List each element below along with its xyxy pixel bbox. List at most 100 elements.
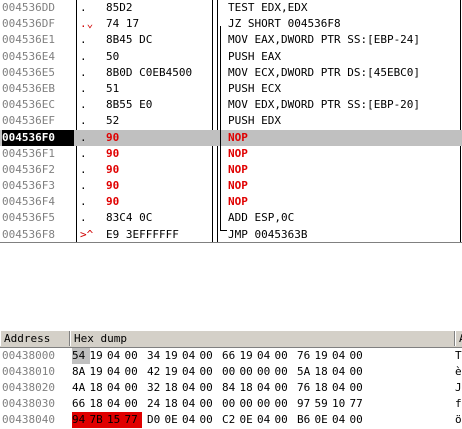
dump-byte[interactable]: 18 bbox=[315, 364, 333, 380]
disasm-row[interactable]: 004536F3. 90 NOP bbox=[0, 178, 462, 194]
dump-byte[interactable]: 00 bbox=[200, 380, 218, 396]
dump-byte[interactable]: 66 bbox=[72, 396, 90, 412]
disasm-row[interactable]: 004536F2. 90 NOP bbox=[0, 162, 462, 178]
ascii-column-header[interactable]: A bbox=[455, 331, 462, 346]
dump-byte[interactable]: 00 bbox=[257, 396, 275, 412]
dump-byte[interactable]: 00 bbox=[125, 348, 143, 364]
dump-byte[interactable]: 8A bbox=[72, 364, 90, 380]
disasm-row[interactable]: 004536F8 >^ E9 3EFFFFFF JMP 0045363B bbox=[0, 227, 462, 242]
dump-byte[interactable]: 00 bbox=[350, 364, 368, 380]
dump-byte[interactable]: 00 bbox=[125, 364, 143, 380]
dump-byte[interactable]: 04 bbox=[107, 380, 125, 396]
dump-byte[interactable]: 66 bbox=[222, 348, 240, 364]
dump-byte[interactable]: 54 bbox=[72, 348, 90, 364]
dump-byte[interactable]: 19 bbox=[165, 348, 183, 364]
dump-byte[interactable]: 0E bbox=[240, 412, 258, 428]
dump-byte[interactable]: 18 bbox=[315, 380, 333, 396]
disasm-row[interactable]: 004536EB. 51 PUSH ECX bbox=[0, 81, 462, 97]
disasm-row[interactable]: 004536F5. 83C4 0C ADD ESP,0C bbox=[0, 210, 462, 226]
dump-byte[interactable]: 04 bbox=[332, 364, 350, 380]
dump-byte[interactable]: 24 bbox=[147, 396, 165, 412]
dump-byte[interactable]: 00 bbox=[200, 348, 218, 364]
dump-byte[interactable]: 94 bbox=[72, 412, 90, 428]
dump-row[interactable]: 00438030 66 18 04 00 24 18 04 00 00 00 00 00 97 59 10 77… bbox=[0, 396, 462, 412]
dump-byte[interactable]: 00 bbox=[275, 412, 293, 428]
dump-byte[interactable]: 04 bbox=[257, 412, 275, 428]
dump-byte[interactable]: 19 bbox=[90, 348, 108, 364]
dump-byte[interactable]: 0E bbox=[165, 412, 183, 428]
dump-byte[interactable]: B6 bbox=[297, 412, 315, 428]
dump-byte[interactable]: 00 bbox=[240, 396, 258, 412]
dump-byte[interactable]: 04 bbox=[182, 348, 200, 364]
dump-byte[interactable]: 00 bbox=[350, 348, 368, 364]
dump-byte[interactable]: D0 bbox=[147, 412, 165, 428]
dump-row[interactable]: 00438020 4A 18 04 00 32 18 04 00 84 18 04 00 76 18 04 00… bbox=[0, 380, 462, 396]
dump-byte[interactable]: C2 bbox=[222, 412, 240, 428]
dump-byte[interactable]: 84 bbox=[222, 380, 240, 396]
dump-byte[interactable]: 00 bbox=[275, 396, 293, 412]
dump-byte[interactable]: 19 bbox=[240, 348, 258, 364]
dump-byte[interactable]: 00 bbox=[125, 396, 143, 412]
dump-byte[interactable]: 32 bbox=[147, 380, 165, 396]
disasm-row[interactable]: 004536F0. 90 NOP bbox=[0, 129, 462, 146]
dump-byte[interactable]: 00 bbox=[275, 380, 293, 396]
dump-byte[interactable]: 34 bbox=[147, 348, 165, 364]
dump-byte[interactable]: 04 bbox=[107, 348, 125, 364]
disasm-row[interactable]: 004536EF. 52 PUSH EDX bbox=[0, 113, 462, 129]
dump-byte[interactable]: 18 bbox=[165, 380, 183, 396]
dump-byte[interactable]: 76 bbox=[297, 380, 315, 396]
hex-dump-column-header[interactable]: Hex dump bbox=[70, 331, 455, 346]
dump-row[interactable]: 00438010 8A 19 04 00 42 19 04 00 00 00 00 00 5A 18 04 00… bbox=[0, 364, 462, 380]
dump-byte[interactable]: 04 bbox=[182, 380, 200, 396]
dump-byte[interactable]: 00 bbox=[257, 364, 275, 380]
dump-byte[interactable]: 97 bbox=[297, 396, 315, 412]
dump-byte[interactable]: 00 bbox=[275, 364, 293, 380]
dump-byte[interactable]: 00 bbox=[222, 396, 240, 412]
disasm-row[interactable]: 004536E1. 8B45 DC MOV EAX,DWORD PTR SS:[EB… bbox=[0, 32, 462, 48]
disasm-row[interactable]: 004536F1. 90 NOP bbox=[0, 146, 462, 162]
dump-byte[interactable]: 00 bbox=[200, 412, 218, 428]
dump-byte[interactable]: 00 bbox=[200, 364, 218, 380]
disasm-row[interactable]: 004536DF .⌄ 74 17 JZ SHORT 004536F8 bbox=[0, 16, 462, 32]
dump-byte[interactable]: 77 bbox=[124, 412, 142, 428]
dump-byte[interactable]: 04 bbox=[332, 348, 350, 364]
dump-byte[interactable]: 0E bbox=[315, 412, 333, 428]
address-column-header[interactable]: Address bbox=[0, 331, 70, 346]
dump-byte[interactable]: 04 bbox=[257, 348, 275, 364]
dump-byte[interactable]: 18 bbox=[240, 380, 258, 396]
dump-byte[interactable]: 18 bbox=[165, 396, 183, 412]
dump-row[interactable]: 00438000 54 19 04 00 34 19 04 00 66 19 04 00 76 19 04 00… bbox=[0, 348, 462, 364]
disasm-row[interactable]: 004536E5. 8B0D C0EB4500 MOV ECX,DWORD PTR … bbox=[0, 65, 462, 81]
dump-byte[interactable]: 04 bbox=[182, 396, 200, 412]
dump-byte[interactable]: 10 bbox=[332, 396, 350, 412]
dump-byte[interactable]: 00 bbox=[350, 380, 368, 396]
dump-byte[interactable]: 77 bbox=[350, 396, 368, 412]
dump-byte[interactable]: 19 bbox=[165, 364, 183, 380]
dump-byte[interactable]: 19 bbox=[315, 348, 333, 364]
dump-byte[interactable]: 00 bbox=[350, 412, 368, 428]
disasm-row[interactable]: 004536EC. 8B55 E0 MOV EDX,DWORD PTR SS:[EB… bbox=[0, 97, 462, 113]
dump-byte[interactable]: 04 bbox=[257, 380, 275, 396]
dump-byte[interactable]: 42 bbox=[147, 364, 165, 380]
dump-byte[interactable]: 04 bbox=[107, 396, 125, 412]
dump-byte[interactable]: 04 bbox=[182, 412, 200, 428]
dump-byte[interactable]: 04 bbox=[107, 364, 125, 380]
dump-byte[interactable]: 19 bbox=[90, 364, 108, 380]
dump-byte[interactable]: 59 bbox=[315, 396, 333, 412]
dump-byte[interactable]: 18 bbox=[90, 396, 108, 412]
dump-byte[interactable]: 15 bbox=[107, 412, 125, 428]
dump-byte[interactable]: 00 bbox=[200, 396, 218, 412]
pane-splitter[interactable] bbox=[0, 242, 462, 330]
dump-byte[interactable]: 00 bbox=[222, 364, 240, 380]
dump-byte[interactable]: 00 bbox=[125, 380, 143, 396]
disasm-row[interactable]: 004536F4. 90 NOP bbox=[0, 194, 462, 210]
dump-row[interactable]: 00438040 94 7B 15 77 D0 0E 04 00 C2 0E 04 00 B6 0E 04 00… bbox=[0, 412, 462, 428]
disasm-row[interactable]: 004536DD. 85D2 TEST EDX,EDX bbox=[0, 0, 462, 16]
dump-byte[interactable]: 00 bbox=[240, 364, 258, 380]
dump-byte[interactable]: 00 bbox=[275, 348, 293, 364]
hex-dump-pane[interactable]: Address Hex dump A 004380005419040034190… bbox=[0, 330, 462, 429]
disasm-row[interactable]: 004536E4. 50 PUSH EAX bbox=[0, 49, 462, 65]
dump-byte[interactable]: 04 bbox=[332, 380, 350, 396]
dump-byte[interactable]: 76 bbox=[297, 348, 315, 364]
dump-byte[interactable]: 04 bbox=[332, 412, 350, 428]
